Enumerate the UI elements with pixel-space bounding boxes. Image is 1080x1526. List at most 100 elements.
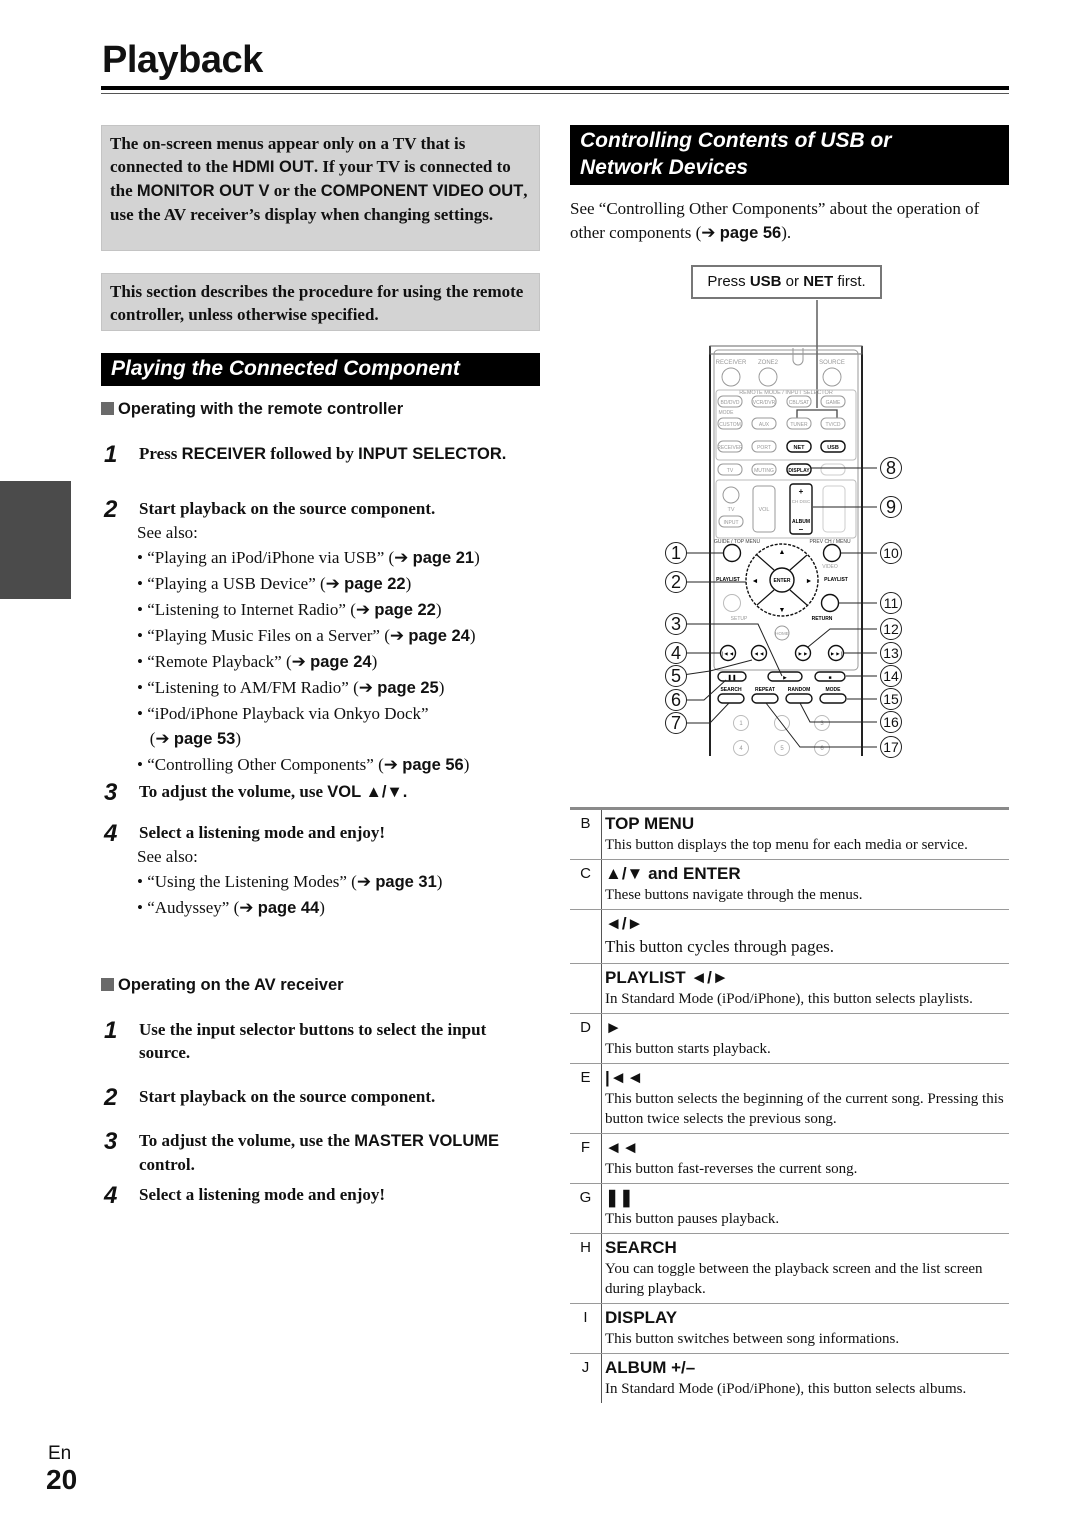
svg-text:MODE: MODE — [826, 687, 842, 693]
source-power-button — [822, 367, 842, 387]
callout-number-16: 16 — [880, 711, 902, 733]
see-also-item: • “Listening to Internet Radio” (➔ page … — [137, 597, 524, 623]
table-row: PLAYLIST ◄/► In Standard Mode (iPod/iPhon… — [570, 964, 1009, 1014]
step-text: control. — [139, 1155, 195, 1174]
step-text: To adjust the volume, use — [139, 782, 328, 801]
label-remote-mode: REMOTE MODE / INPUT SELECTOR — [739, 390, 833, 396]
callout-number-3: 3 — [665, 613, 687, 635]
svg-text:▲: ▲ — [779, 549, 786, 556]
see-also-text-end: ) — [435, 600, 442, 619]
callout-number-14: 14 — [880, 665, 902, 687]
step-text: Select a listening mode and enjoy! — [139, 1185, 386, 1204]
svg-text:VIDEO: VIDEO — [822, 564, 838, 570]
svg-text:CH DISC: CH DISC — [792, 499, 811, 504]
row-letter: G — [570, 1184, 602, 1233]
see-also-text: • “iPod/iPhone Playback via Onkyo Dock” — [137, 704, 429, 723]
see-also-text: • “Controlling Other Components” (➔ — [137, 755, 403, 774]
table-row: B TOP MENU This button displays the top me… — [570, 810, 1009, 860]
key-receiver: RECEIVER — [181, 445, 267, 463]
button-name: ◄/► — [605, 914, 644, 933]
note-keyword: COMPONENT VIDEO OUT — [320, 182, 524, 200]
page-link[interactable]: page 56 — [402, 756, 463, 774]
page-link[interactable]: page 22 — [344, 575, 405, 593]
svg-text:RECEIVER: RECEIVER — [717, 445, 743, 451]
svg-text:CUSTOM: CUSTOM — [719, 422, 741, 428]
callout-text: Press — [707, 273, 750, 290]
page-link[interactable]: page 25 — [377, 679, 438, 697]
page-link[interactable]: page 24 — [310, 653, 371, 671]
row-letter: C — [570, 860, 602, 909]
callout-number-15: 15 — [880, 688, 902, 710]
search-button — [717, 693, 745, 704]
step-number: 2 — [104, 1084, 118, 1111]
svg-text:GUIDE / TOP MENU: GUIDE / TOP MENU — [714, 539, 761, 545]
see-also-list: • “Using the Listening Modes” (➔ page 31… — [137, 869, 524, 921]
row-letter: J — [570, 1354, 602, 1403]
table-row: J ALBUM +/– In Standard Mode (iPod/iPhone)… — [570, 1354, 1009, 1403]
callout-number-17: 17 — [880, 736, 902, 758]
subheading-receiver-text: Operating on the AV receiver — [118, 976, 344, 994]
page-link[interactable]: page 24 — [408, 627, 469, 645]
section-title-line: Network Devices — [580, 156, 749, 179]
key-master-volume: MASTER VOLUME — [354, 1132, 500, 1150]
see-also-text-end: ) — [438, 678, 445, 697]
page-number: 20 — [46, 1464, 78, 1495]
see-also-text: • “Listening to Internet Radio” (➔ — [137, 600, 375, 619]
receiver-power-button — [721, 367, 741, 387]
page-link[interactable]: page 53 — [174, 730, 235, 748]
callout-number-7: 7 — [665, 712, 687, 734]
row-letter: E — [570, 1064, 602, 1133]
see-also-item: • “Using the Listening Modes” (➔ page 31… — [137, 869, 524, 895]
button-name: DISPLAY — [605, 1308, 678, 1327]
callout-number-10: 10 — [880, 542, 902, 564]
svg-text:◄◄: ◄◄ — [754, 652, 765, 658]
key-net: NET — [803, 273, 834, 290]
page-link[interactable]: page 31 — [375, 873, 436, 891]
see-also-text: (➔ — [137, 729, 174, 748]
note-keyword: MONITOR OUT V — [136, 182, 270, 200]
subheading-remote-text: Operating with the remote controller — [118, 400, 404, 418]
key-input-selector: INPUT SELECTOR. — [358, 445, 507, 463]
see-also-item: • “Playing an iPod/iPhone via USB” (➔ pa… — [137, 545, 524, 571]
step-text: Use the input selector buttons to select… — [139, 1020, 487, 1062]
svg-text:CBL/SAT: CBL/SAT — [789, 400, 809, 406]
press-usb-net-callout: Press USB or NET first. — [691, 265, 882, 299]
button-description: In Standard Mode (iPod/iPhone), this but… — [605, 991, 973, 1007]
button-description: This button switches between song inform… — [605, 1331, 900, 1347]
mode-button — [819, 693, 847, 704]
see-also-text: • “Audyssey” (➔ — [137, 898, 258, 917]
page-link[interactable]: page 44 — [258, 899, 319, 917]
table-row: G ❚❚ This button pauses playback. — [570, 1184, 1009, 1234]
key-usb: USB — [749, 273, 782, 290]
svg-text:GAME: GAME — [826, 400, 841, 406]
svg-text:AUX: AUX — [759, 422, 770, 428]
see-also-text: • “Remote Playback” (➔ — [137, 652, 311, 671]
button-description-table: B TOP MENU This button displays the top me… — [570, 807, 1009, 1403]
remote-step-2: 2 Start playback on the source component… — [104, 497, 524, 778]
intro-paragraph: See “Controlling Other Components” about… — [570, 197, 1010, 245]
label-zone2: ZONE2 — [758, 360, 779, 366]
see-also-label: See also: — [137, 523, 198, 542]
menu-button — [822, 543, 842, 563]
step-number: 2 — [104, 496, 118, 523]
callout-number-12: 12 — [880, 618, 902, 640]
see-also-text: • “Playing an iPod/iPhone via USB” (➔ — [137, 548, 413, 567]
svg-text:▼: ▼ — [779, 607, 786, 614]
see-also-item: • “Playing Music Files on a Server” (➔ p… — [137, 623, 524, 649]
callout-text: or — [781, 273, 804, 290]
page-link[interactable]: page 22 — [374, 601, 435, 619]
table-row: C ▲/▼ and ENTER These buttons navigate thr… — [570, 860, 1009, 910]
table-row: F ◄◄ This button fast-reverses the current… — [570, 1134, 1009, 1184]
svg-text:MODE: MODE — [719, 410, 735, 416]
page-link[interactable]: page 21 — [413, 549, 474, 567]
callout-number-8: 8 — [880, 457, 902, 479]
step-number: 3 — [104, 779, 118, 806]
see-also-text-end: ) — [469, 626, 476, 645]
svg-text:USB: USB — [827, 445, 839, 451]
svg-text:►►: ►► — [798, 652, 809, 658]
step-text: Select a listening mode and enjoy! — [139, 823, 386, 842]
see-also-text-end: ) — [371, 652, 378, 671]
receiver-step-4: 4 Select a listening mode and enjoy! — [104, 1183, 524, 1209]
key-vol: VOL ▲/▼. — [327, 783, 408, 801]
note-keyword: HDMI OUT — [232, 158, 314, 176]
